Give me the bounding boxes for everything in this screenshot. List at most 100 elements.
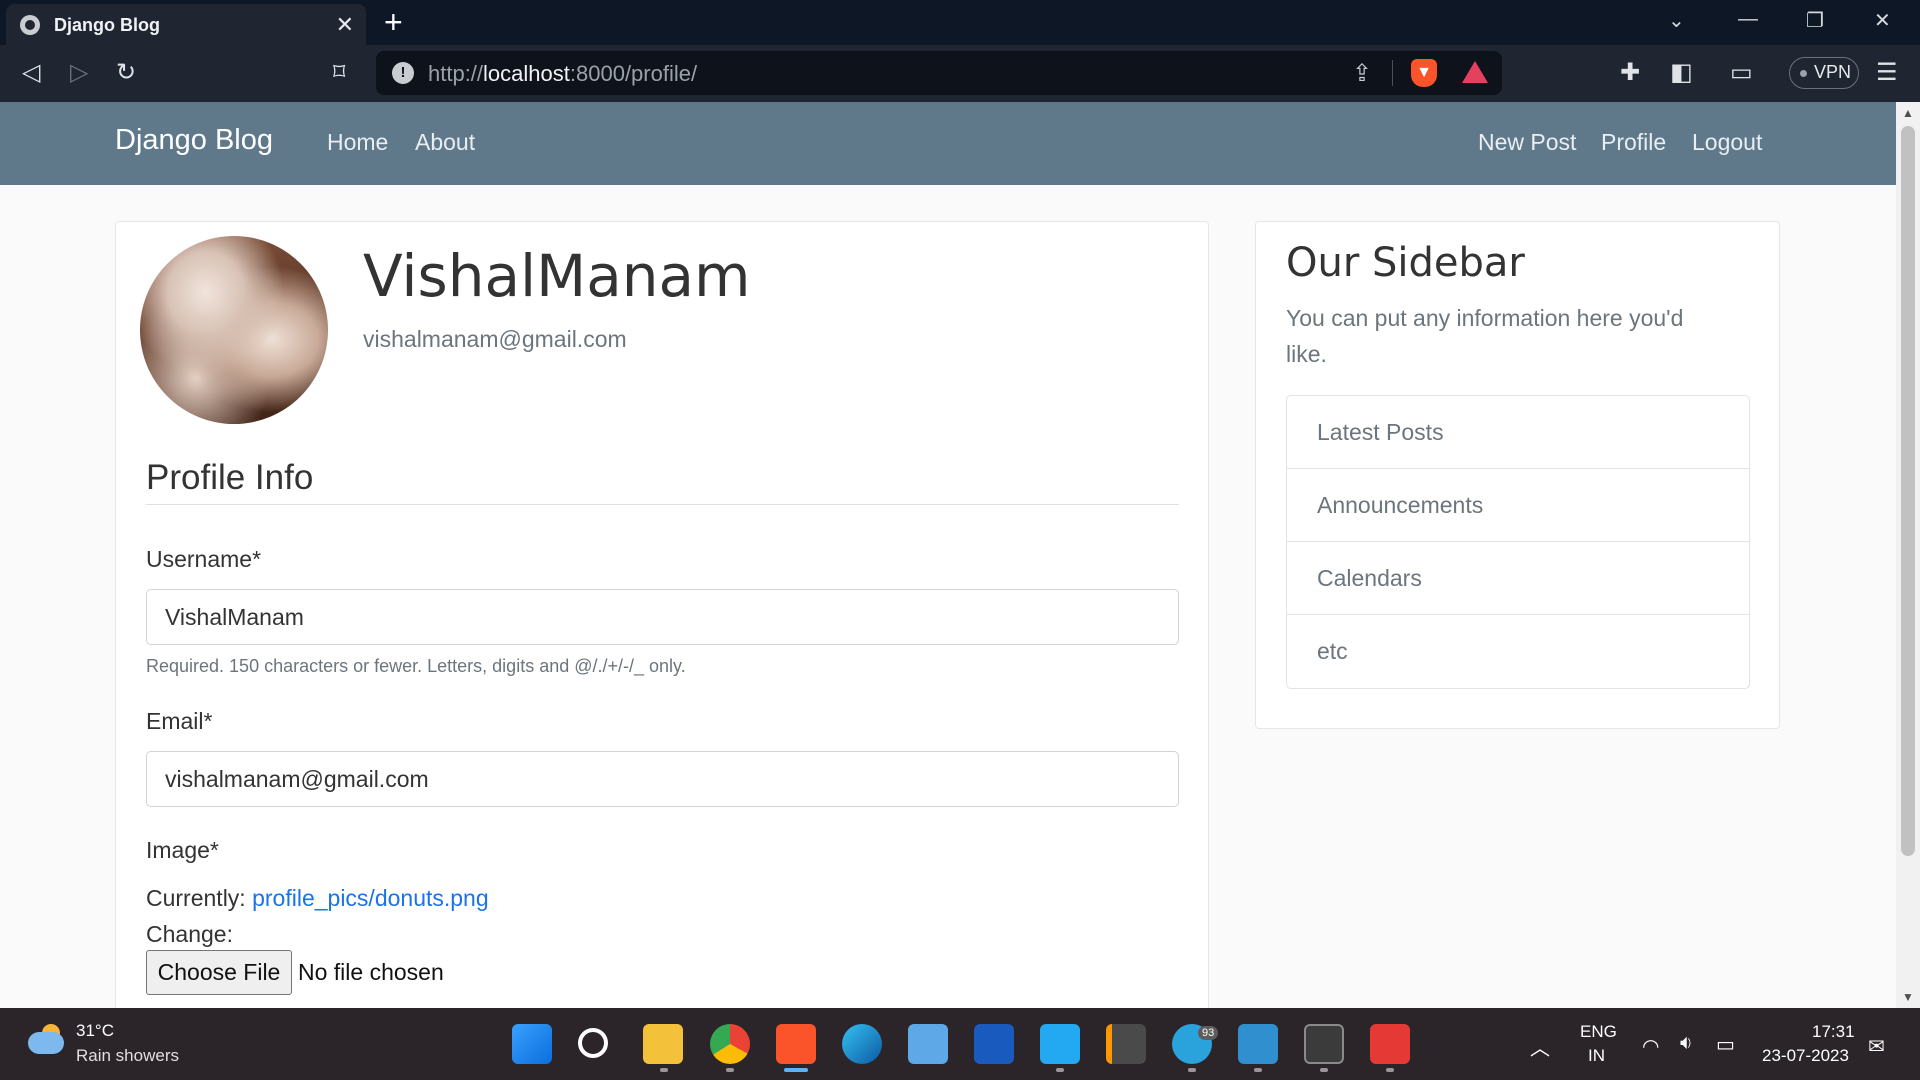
account-email: vishalmanam@gmail.com [363,326,627,352]
nav-about[interactable]: About [415,129,475,156]
page-scrollbar[interactable]: ▲ ▼ [1896,102,1920,1008]
start-icon[interactable] [512,1024,552,1064]
vscode-icon[interactable] [1040,1024,1080,1064]
brave-icon[interactable] [776,1024,816,1064]
terminal-icon[interactable] [1304,1024,1344,1064]
chrome-icon[interactable] [710,1024,750,1064]
bookmark-icon[interactable]: ⌑ [333,59,345,87]
currently-label: Currently: [146,885,246,911]
nav-new-post[interactable]: New Post [1478,129,1576,156]
word-icon[interactable] [974,1024,1014,1064]
edge-icon[interactable] [842,1024,882,1064]
weather-icon[interactable] [28,1024,66,1054]
wallet-icon[interactable]: ▭ [1730,59,1753,87]
clock-time[interactable]: 17:31 [1812,1022,1855,1042]
change-label: Change: [146,921,233,947]
email-field[interactable]: vishalmanam@gmail.com [146,751,1179,807]
scroll-up-icon[interactable]: ▲ [1902,106,1914,120]
sidebar-title: Our Sidebar [1286,240,1525,286]
address-bar[interactable]: ! http://localhost:8000/profile/ ⇪ ▼ [376,51,1502,95]
nav-logout[interactable]: Logout [1692,129,1762,156]
current-image-link[interactable]: profile_pics/donuts.png [252,885,489,911]
globe-icon [20,15,40,35]
notifications-icon[interactable]: ✉ [1868,1034,1885,1059]
sidebar-text: You can put any information here you'd l… [1286,305,1684,367]
forward-icon[interactable]: ▷ [70,59,88,87]
menu-icon[interactable]: ☰ [1876,59,1898,87]
scrollbar-thumb[interactable] [1901,126,1915,856]
sidebar-toggle-icon[interactable]: ◧ [1670,59,1693,87]
tab-title: Django Blog [54,15,160,35]
profile-card: VishalManam vishalmanam@gmail.com Profil… [115,221,1209,1008]
form-legend: Profile Info [146,458,314,497]
sidebar-item-announcements[interactable]: Announcements [1287,469,1749,542]
taskbar: 31°C Rain showers 93 ︿ ENG IN ◠ 🔉︎ ▭ 17:… [0,1008,1920,1080]
tab-search-chevron-icon[interactable]: ⌄ [1668,8,1685,33]
sidebar-item-etc[interactable]: etc [1287,615,1749,688]
file-explorer-icon[interactable] [643,1024,683,1064]
currently-row: Currently: profile_pics/donuts.png [146,885,489,912]
site-info-icon[interactable]: ! [392,62,414,84]
extensions-icon[interactable]: ✚ [1620,59,1640,87]
email-label: Email* [146,708,213,734]
share-icon[interactable]: ⇪ [1352,59,1372,88]
battery-icon[interactable]: ▭ [1716,1032,1735,1057]
vpn-button[interactable]: VPN [1789,57,1859,89]
running-indicator [1320,1068,1328,1072]
avatar [140,236,328,424]
nav-profile[interactable]: Profile [1601,129,1666,156]
sidebar-item-calendars[interactable]: Calendars [1287,542,1749,615]
volume-icon[interactable]: 🔉︎ [1680,1032,1693,1055]
url-separator [1392,60,1393,86]
legend-divider [146,504,1179,505]
navbar-brand[interactable]: Django Blog [115,124,273,157]
username-label: Username* [146,546,262,572]
language-code[interactable]: ENG [1580,1022,1617,1042]
file-status: No file chosen [298,959,444,985]
wifi-icon[interactable]: ◠ [1642,1034,1659,1059]
minimize-icon[interactable]: — [1738,8,1758,31]
active-indicator [784,1068,808,1072]
site-navbar: Django Blog Home About New Post Profile … [0,102,1896,185]
notepad-icon[interactable] [908,1024,948,1064]
image-label: Image* [146,837,219,863]
username-help-text: Required. 150 characters or fewer. Lette… [146,656,686,676]
sublime-text-icon[interactable] [1106,1024,1146,1064]
account-username: VishalManam [363,242,751,310]
browser-tab-bar: Django Blog ✕ + ⌄ — ❐ ✕ [0,0,1920,45]
brave-shields-icon[interactable]: ▼ [1411,59,1437,87]
sidebar-item-latest-posts[interactable]: Latest Posts [1287,396,1749,469]
running-indicator [1056,1068,1064,1072]
reload-icon[interactable]: ↻ [116,59,136,87]
telegram-badge: 93 [1198,1026,1219,1040]
username-field[interactable]: VishalManam [146,589,1179,645]
url-text[interactable]: http://localhost:8000/profile/ [428,61,697,87]
running-indicator [1188,1068,1196,1072]
running-indicator [726,1068,734,1072]
running-indicator [660,1068,668,1072]
clock-date[interactable]: 23-07-2023 [1762,1046,1849,1066]
tray-chevron-icon[interactable]: ︿ [1530,1032,1550,1061]
restore-icon[interactable]: ❐ [1806,8,1824,33]
page-viewport: Django Blog Home About New Post Profile … [0,102,1896,1008]
browser-tab[interactable]: Django Blog ✕ [6,4,366,45]
browser-toolbar: ◁ ▷ ↻ ⌑ ! http://localhost:8000/profile/… [0,45,1920,102]
weather-description[interactable]: Rain showers [76,1046,179,1066]
remote-desktop-icon[interactable] [1238,1024,1278,1064]
running-indicator [1386,1068,1394,1072]
git-app-icon[interactable] [1370,1024,1410,1064]
scroll-down-icon[interactable]: ▼ [1902,990,1914,1004]
choose-file-button[interactable]: Choose File [146,950,292,995]
sidebar-list: Latest Posts Announcements Calendars etc [1286,395,1750,689]
back-icon[interactable]: ◁ [22,59,40,87]
running-indicator [1254,1068,1262,1072]
language-region[interactable]: IN [1588,1046,1605,1066]
sidebar-card: Our Sidebar You can put any information … [1255,221,1780,729]
brave-rewards-icon[interactable] [1462,61,1488,83]
new-tab-icon[interactable]: + [384,6,403,38]
weather-temperature[interactable]: 31°C [76,1021,114,1041]
close-tab-icon[interactable]: ✕ [336,12,354,38]
search-icon[interactable] [578,1028,608,1058]
window-close-icon[interactable]: ✕ [1874,8,1891,33]
nav-home[interactable]: Home [327,129,388,156]
